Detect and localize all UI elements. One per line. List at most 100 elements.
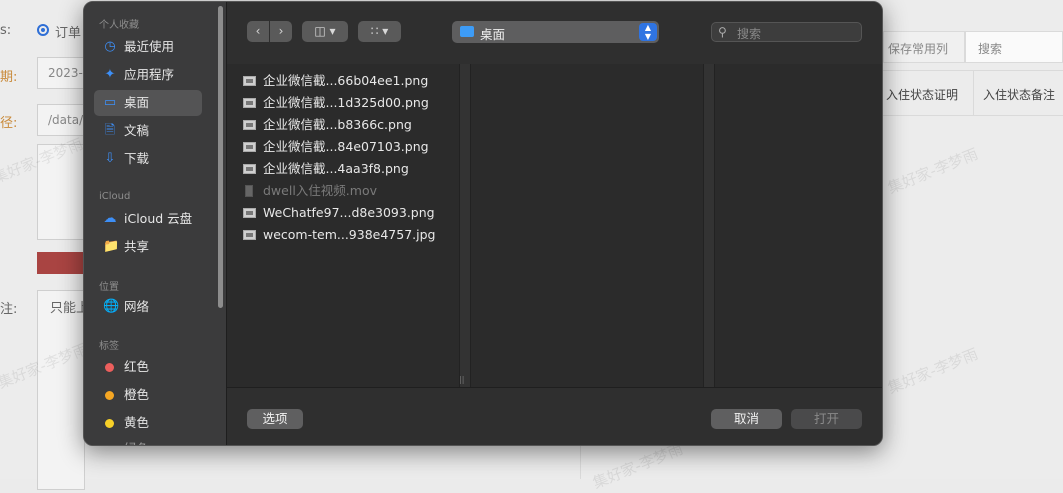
column-divider[interactable]: [459, 64, 471, 387]
back-button[interactable]: ‹: [247, 21, 269, 42]
table-col-divider: [973, 70, 974, 115]
video-file-icon: [245, 185, 253, 197]
file-name: 企业微信截...1d325d00.png: [263, 95, 429, 110]
group-by-button[interactable]: ∷ ▾: [358, 21, 401, 42]
image-file-icon: [243, 230, 256, 240]
document-icon: 🗎: [104, 123, 116, 138]
location-popup[interactable]: 桌面 ▲ ▼: [452, 21, 659, 43]
file-name: 企业微信截...84e07103.png: [263, 139, 429, 154]
clock-icon: ◷: [104, 39, 116, 54]
sidebar-item-label: iCloud 云盘: [124, 211, 193, 226]
bg-label-2: 期:: [0, 70, 18, 85]
file-item[interactable]: wecom-tem...938e4757.jpg: [243, 225, 436, 245]
download-icon: ⇩: [104, 151, 116, 166]
open-button[interactable]: 打开: [791, 409, 862, 429]
sidebar-heading-favorites: 个人收藏: [99, 20, 139, 31]
remark-textarea[interactable]: 只能上: [37, 290, 85, 490]
sidebar-item-tag-yellow[interactable]: 黄色: [94, 410, 202, 436]
cancel-button[interactable]: 取消: [711, 409, 782, 429]
updown-chevron-icon: ▲ ▼: [639, 23, 657, 41]
order-radio-label: 订单: [55, 26, 82, 41]
file-name: dwell入住视频.mov: [263, 183, 377, 198]
sidebar-item-icloud-drive[interactable]: ☁ iCloud 云盘: [94, 206, 202, 232]
sidebar-item-network[interactable]: 🌐 网络: [94, 294, 202, 320]
file-item[interactable]: 企业微信截...1d325d00.png: [243, 93, 429, 113]
sidebar-item-tag-orange[interactable]: 橙色: [94, 382, 202, 408]
watermark: 集好家-李梦雨: [590, 439, 686, 493]
dialog-toolbar: ‹ › ◫ ▾ ∷ ▾ 桌面 ▲ ▼ ⚲ 搜索: [227, 2, 882, 65]
file-item[interactable]: 企业微信截...66b04ee1.png: [243, 71, 428, 91]
column-divider[interactable]: [703, 64, 715, 387]
sidebar-item-documents[interactable]: 🗎 文稿: [94, 118, 202, 144]
file-name: 企业微信截...4aa3f8.png: [263, 161, 409, 176]
image-file-icon: [243, 98, 256, 108]
network-globe-icon: 🌐: [103, 299, 120, 314]
watermark: 集好家-李梦雨: [885, 344, 981, 398]
table-header-remark: 入住状态备注: [983, 88, 1056, 102]
file-item[interactable]: WeChatfe97...d8e3093.png: [243, 203, 435, 223]
sidebar-item-label: 绿色: [124, 441, 149, 445]
tag-dot-icon: [105, 391, 114, 400]
path-field[interactable]: /data/: [37, 104, 85, 136]
file-item[interactable]: 企业微信截...4aa3f8.png: [243, 159, 409, 179]
sidebar-item-recents[interactable]: ◷ 最近使用: [94, 34, 202, 60]
image-file-icon: [243, 164, 256, 174]
image-file-icon: [243, 142, 256, 152]
save-columns-tab[interactable]: 保存常用列: [883, 31, 965, 63]
dialog-bottom-bar: 选项 取消 打开: [227, 387, 882, 445]
column-resize-handle[interactable]: ||: [459, 375, 464, 384]
tag-dot-icon: [105, 419, 114, 428]
sidebar-item-downloads[interactable]: ⇩ 下载: [94, 146, 202, 172]
image-file-icon: [243, 208, 256, 218]
file-item[interactable]: 企业微信截...84e07103.png: [243, 137, 429, 157]
apps-icon: ✦: [104, 67, 116, 82]
sidebar-item-label: 共享: [124, 239, 150, 254]
sidebar-item-label: 橙色: [124, 387, 150, 402]
file-item[interactable]: 企业微信截...b8366c.png: [243, 115, 412, 135]
columns-view-icon: ◫ ▾: [314, 24, 336, 38]
tag-dot-icon: [105, 363, 114, 372]
search-field[interactable]: ⚲ 搜索: [711, 22, 862, 42]
options-button[interactable]: 选项: [247, 409, 303, 429]
sidebar-item-label: 桌面: [124, 95, 150, 110]
date-field[interactable]: 2023-: [37, 57, 85, 89]
sidebar: 个人收藏 ◷ 最近使用 ✦ 应用程序 ▭ 桌面 🗎 文稿 ⇩ 下载 iCloud…: [84, 2, 227, 445]
sidebar-item-desktop[interactable]: ▭ 桌面: [94, 90, 202, 116]
sidebar-scrollbar[interactable]: [218, 6, 223, 308]
file-browser-columns: || 企业微信截...66b04ee1.png 企业微信截...1d325d00…: [227, 64, 882, 387]
sidebar-item-tag-green[interactable]: 绿色: [94, 436, 202, 446]
file-name: 企业微信截...66b04ee1.png: [263, 73, 429, 88]
cloud-icon: ☁: [103, 211, 117, 226]
search-tab[interactable]: 搜索: [965, 31, 1063, 63]
sidebar-heading-tags: 标签: [99, 341, 119, 352]
grid-icon: ∷ ▾: [370, 24, 389, 38]
bg-divider: [580, 446, 581, 479]
bg-label-1: s:: [0, 23, 12, 38]
sidebar-item-label: 最近使用: [124, 39, 175, 54]
file-name: WeChatfe97...d8e3093.png: [263, 205, 435, 220]
table-header-proof: 入住状态证明: [886, 88, 959, 102]
sidebar-item-label: 下载: [124, 151, 150, 166]
sidebar-item-shared[interactable]: 📁 共享: [94, 234, 202, 260]
image-file-icon: [243, 120, 256, 130]
sidebar-heading-locations: 位置: [99, 282, 119, 293]
file-name: wecom-tem...938e4757.jpg: [263, 227, 436, 242]
sidebar-item-tag-red[interactable]: 红色: [94, 354, 202, 380]
forward-button[interactable]: ›: [270, 21, 292, 42]
tag-dot-icon: [105, 445, 114, 446]
folder-icon: [460, 26, 474, 37]
sidebar-item-label: 黄色: [124, 415, 150, 430]
desktop-icon: ▭: [103, 95, 117, 110]
file-name: 企业微信截...b8366c.png: [263, 117, 412, 132]
sidebar-item-applications[interactable]: ✦ 应用程序: [94, 62, 202, 88]
sidebar-item-label: 应用程序: [124, 67, 175, 82]
sidebar-item-label: 网络: [124, 299, 150, 314]
chevron-right-icon: ›: [278, 24, 284, 38]
upload-button[interactable]: [37, 252, 85, 274]
order-radio[interactable]: [37, 24, 49, 36]
file-item-disabled: dwell入住视频.mov: [243, 181, 377, 201]
view-mode-button[interactable]: ◫ ▾: [302, 21, 348, 42]
image-file-icon: [243, 76, 256, 86]
table-header-line: [883, 115, 1063, 116]
sidebar-item-label: 文稿: [124, 123, 150, 138]
